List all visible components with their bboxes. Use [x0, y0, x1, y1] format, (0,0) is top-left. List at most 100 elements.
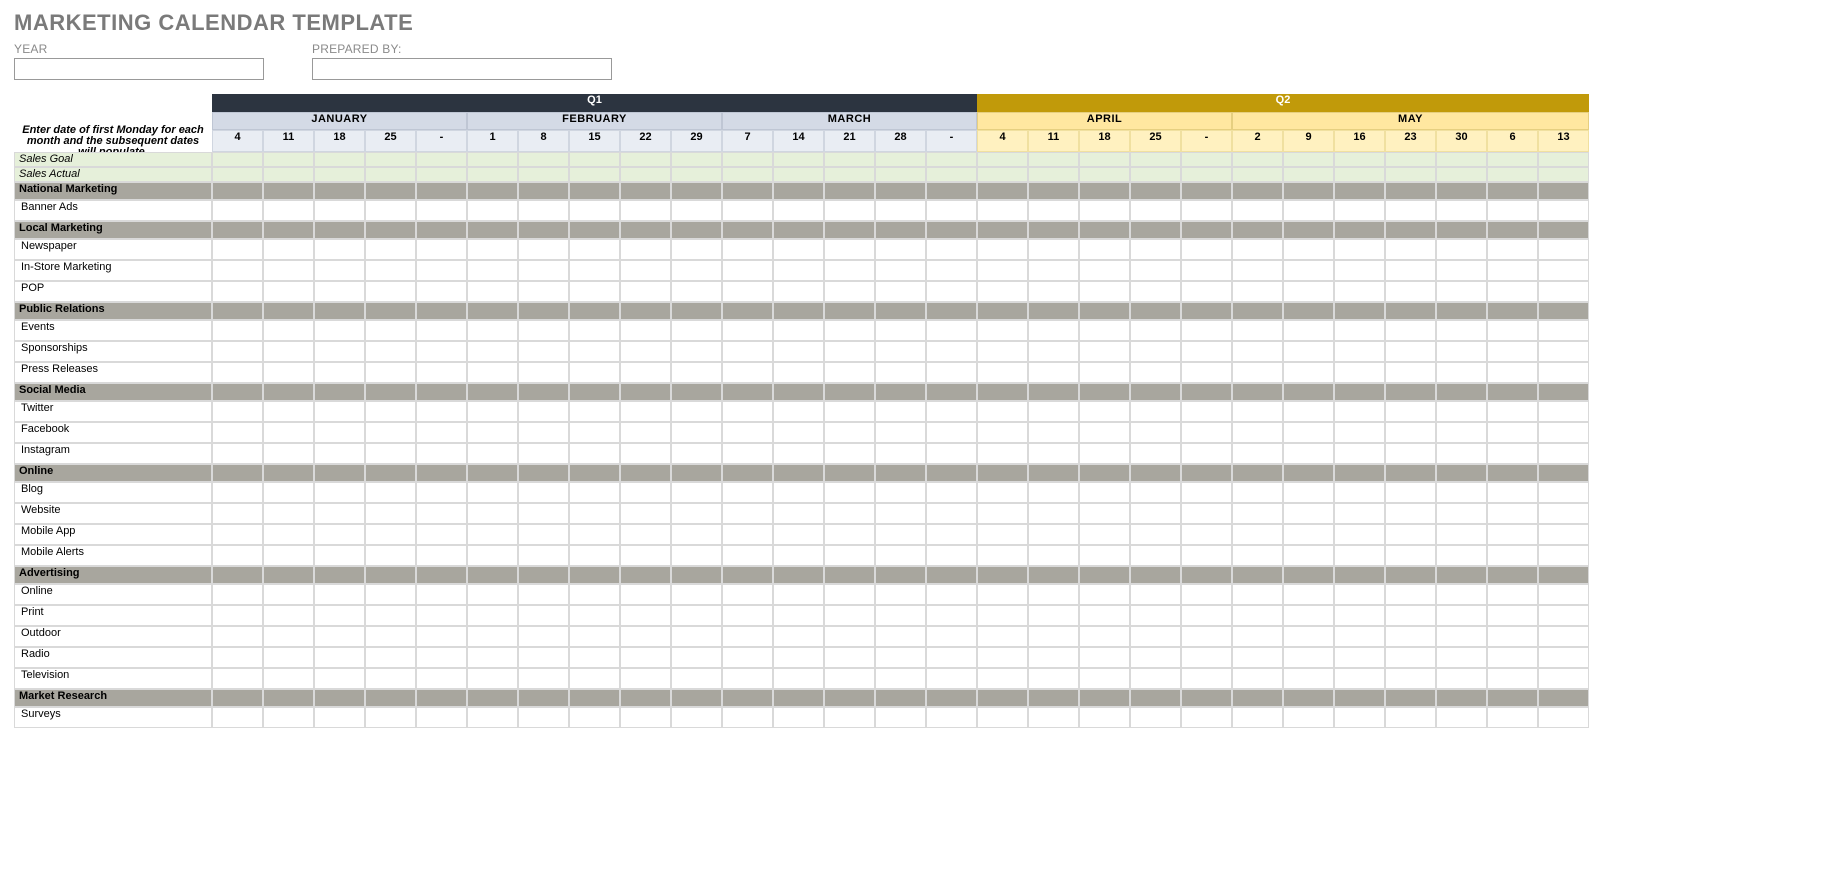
calendar-cell[interactable]	[518, 584, 569, 605]
calendar-cell[interactable]	[1334, 605, 1385, 626]
calendar-cell[interactable]	[467, 626, 518, 647]
calendar-cell[interactable]	[1232, 422, 1283, 443]
calendar-cell[interactable]	[1487, 524, 1538, 545]
calendar-cell[interactable]	[569, 668, 620, 689]
calendar-cell[interactable]	[518, 647, 569, 668]
calendar-cell[interactable]	[569, 482, 620, 503]
calendar-cell[interactable]	[1538, 605, 1589, 626]
day-header[interactable]: 23	[1385, 130, 1436, 152]
calendar-cell[interactable]	[1079, 668, 1130, 689]
calendar-cell[interactable]	[1538, 260, 1589, 281]
calendar-cell[interactable]	[875, 584, 926, 605]
calendar-cell[interactable]	[1538, 320, 1589, 341]
calendar-cell[interactable]	[620, 239, 671, 260]
calendar-cell[interactable]	[467, 200, 518, 221]
calendar-cell[interactable]	[569, 503, 620, 524]
calendar-cell[interactable]	[1130, 320, 1181, 341]
calendar-cell[interactable]	[518, 422, 569, 443]
day-header[interactable]: 11	[263, 130, 314, 152]
calendar-cell[interactable]	[1130, 626, 1181, 647]
calendar-cell[interactable]	[773, 503, 824, 524]
calendar-cell[interactable]	[1130, 239, 1181, 260]
calendar-cell[interactable]	[1283, 401, 1334, 422]
calendar-cell[interactable]	[1334, 200, 1385, 221]
calendar-cell[interactable]	[1436, 422, 1487, 443]
calendar-cell[interactable]	[365, 605, 416, 626]
calendar-cell[interactable]	[1232, 707, 1283, 728]
day-header[interactable]: -	[926, 130, 977, 152]
calendar-cell[interactable]	[977, 503, 1028, 524]
calendar-cell[interactable]	[212, 545, 263, 566]
calendar-cell[interactable]	[1283, 200, 1334, 221]
calendar-cell[interactable]	[977, 200, 1028, 221]
calendar-cell[interactable]	[824, 482, 875, 503]
calendar-cell[interactable]	[1436, 584, 1487, 605]
calendar-cell[interactable]	[875, 401, 926, 422]
calendar-cell[interactable]	[773, 584, 824, 605]
calendar-cell[interactable]	[620, 524, 671, 545]
calendar-cell[interactable]	[977, 647, 1028, 668]
calendar-cell[interactable]	[1079, 320, 1130, 341]
calendar-cell[interactable]	[212, 626, 263, 647]
calendar-cell[interactable]	[926, 503, 977, 524]
calendar-cell[interactable]	[1181, 647, 1232, 668]
calendar-cell[interactable]	[1028, 443, 1079, 464]
calendar-cell[interactable]	[212, 443, 263, 464]
calendar-cell[interactable]	[1181, 200, 1232, 221]
calendar-cell[interactable]	[620, 545, 671, 566]
calendar-cell[interactable]	[365, 320, 416, 341]
day-header[interactable]: 4	[212, 130, 263, 152]
calendar-cell[interactable]	[263, 707, 314, 728]
goal-cell[interactable]	[620, 152, 671, 167]
goal-cell[interactable]	[518, 167, 569, 182]
calendar-cell[interactable]	[1028, 668, 1079, 689]
calendar-cell[interactable]	[1283, 605, 1334, 626]
calendar-cell[interactable]	[518, 668, 569, 689]
calendar-cell[interactable]	[1334, 668, 1385, 689]
day-header[interactable]: 25	[365, 130, 416, 152]
calendar-cell[interactable]	[1181, 524, 1232, 545]
calendar-cell[interactable]	[671, 482, 722, 503]
calendar-cell[interactable]	[1334, 401, 1385, 422]
calendar-cell[interactable]	[1436, 503, 1487, 524]
calendar-cell[interactable]	[722, 443, 773, 464]
calendar-cell[interactable]	[824, 281, 875, 302]
calendar-cell[interactable]	[926, 260, 977, 281]
calendar-cell[interactable]	[1283, 239, 1334, 260]
calendar-cell[interactable]	[263, 668, 314, 689]
goal-cell[interactable]	[212, 152, 263, 167]
calendar-cell[interactable]	[926, 482, 977, 503]
calendar-cell[interactable]	[365, 482, 416, 503]
calendar-cell[interactable]	[1487, 647, 1538, 668]
goal-cell[interactable]	[365, 167, 416, 182]
calendar-cell[interactable]	[416, 707, 467, 728]
calendar-cell[interactable]	[1487, 239, 1538, 260]
calendar-cell[interactable]	[212, 605, 263, 626]
calendar-cell[interactable]	[1487, 260, 1538, 281]
calendar-cell[interactable]	[1079, 524, 1130, 545]
calendar-cell[interactable]	[875, 524, 926, 545]
calendar-cell[interactable]	[620, 443, 671, 464]
goal-cell[interactable]	[926, 167, 977, 182]
goal-cell[interactable]	[263, 152, 314, 167]
calendar-cell[interactable]	[365, 647, 416, 668]
calendar-cell[interactable]	[1538, 362, 1589, 383]
calendar-cell[interactable]	[824, 668, 875, 689]
calendar-cell[interactable]	[365, 524, 416, 545]
day-header[interactable]: 9	[1283, 130, 1334, 152]
calendar-cell[interactable]	[926, 524, 977, 545]
calendar-cell[interactable]	[1130, 281, 1181, 302]
goal-cell[interactable]	[722, 167, 773, 182]
calendar-cell[interactable]	[1385, 707, 1436, 728]
calendar-cell[interactable]	[1385, 647, 1436, 668]
calendar-cell[interactable]	[1079, 239, 1130, 260]
calendar-cell[interactable]	[212, 239, 263, 260]
goal-cell[interactable]	[1385, 152, 1436, 167]
calendar-cell[interactable]	[212, 341, 263, 362]
calendar-cell[interactable]	[1079, 626, 1130, 647]
calendar-cell[interactable]	[1028, 626, 1079, 647]
calendar-cell[interactable]	[1436, 341, 1487, 362]
calendar-cell[interactable]	[1181, 707, 1232, 728]
calendar-cell[interactable]	[1385, 422, 1436, 443]
calendar-cell[interactable]	[314, 605, 365, 626]
